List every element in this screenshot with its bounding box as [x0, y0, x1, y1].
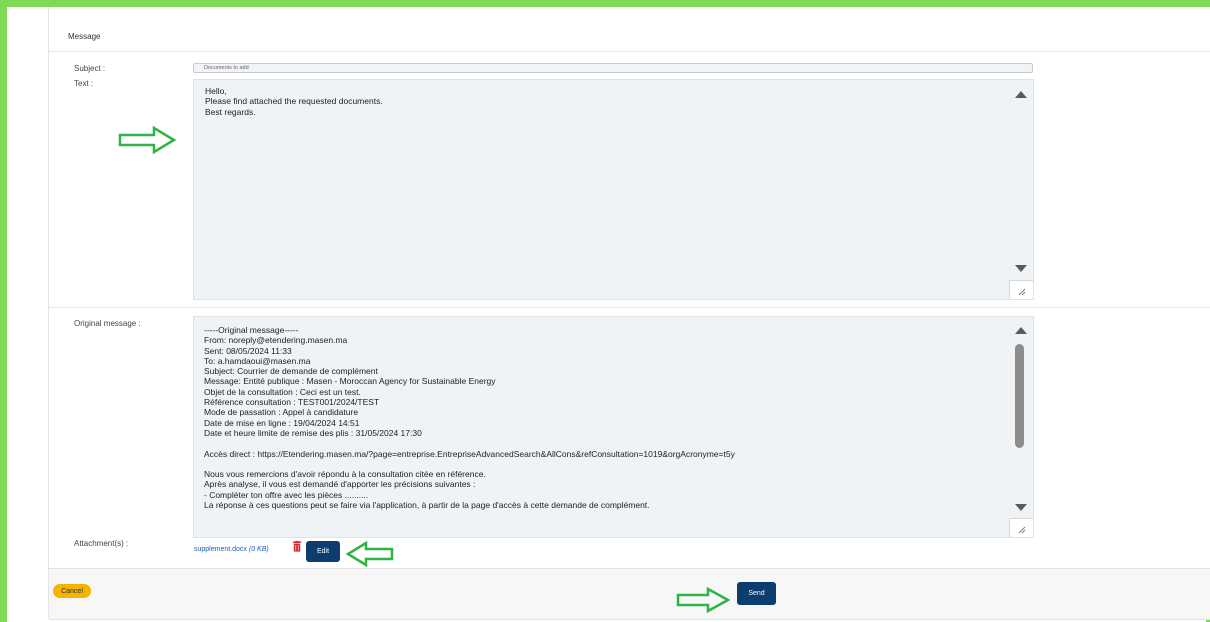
attachment-link[interactable]: supplement.docx (0 KB)	[194, 546, 269, 553]
scroll-up-arrow-icon[interactable]	[1015, 327, 1027, 334]
resize-handle-icon[interactable]	[1009, 280, 1033, 299]
edit-attachment-button[interactable]: Edit	[306, 541, 340, 562]
scroll-up-arrow-icon[interactable]	[1015, 91, 1027, 98]
annotation-arrow-left-icon	[346, 541, 394, 567]
send-button[interactable]: Send	[737, 582, 776, 605]
message-text-area[interactable]: Hello, Please find attached the requeste…	[193, 79, 1034, 300]
original-scrollbar[interactable]	[1009, 317, 1033, 537]
text-scrollbar[interactable]	[1009, 80, 1033, 299]
section-title: Message	[68, 32, 101, 41]
text-label: Text :	[74, 79, 94, 88]
attachment-file-name[interactable]: supplement.docx	[194, 546, 247, 553]
annotation-arrow-right-icon	[118, 126, 176, 154]
original-message-area[interactable]: -----Original message----- From: noreply…	[193, 316, 1034, 538]
divider	[49, 307, 1210, 308]
original-message-label: Original message :	[74, 319, 141, 328]
scroll-down-arrow-icon[interactable]	[1015, 504, 1027, 511]
trash-icon[interactable]	[292, 541, 302, 554]
scrollbar-thumb[interactable]	[1015, 344, 1024, 448]
cancel-button[interactable]: Cancel	[53, 584, 91, 598]
original-message-value: -----Original message----- From: noreply…	[204, 325, 735, 511]
annotation-arrow-right-icon	[676, 587, 730, 613]
message-text-value: Hello, Please find attached the requeste…	[205, 86, 383, 117]
divider	[49, 51, 1210, 52]
subject-input[interactable]: Documents to add	[193, 63, 1033, 73]
scroll-down-arrow-icon[interactable]	[1015, 265, 1027, 272]
footer-bar	[49, 568, 1210, 620]
attachment-file-size: (0 KB)	[248, 546, 269, 553]
subject-label: Subject :	[74, 64, 106, 73]
resize-handle-icon[interactable]	[1009, 518, 1033, 537]
attachments-label: Attachment(s) :	[74, 539, 129, 548]
